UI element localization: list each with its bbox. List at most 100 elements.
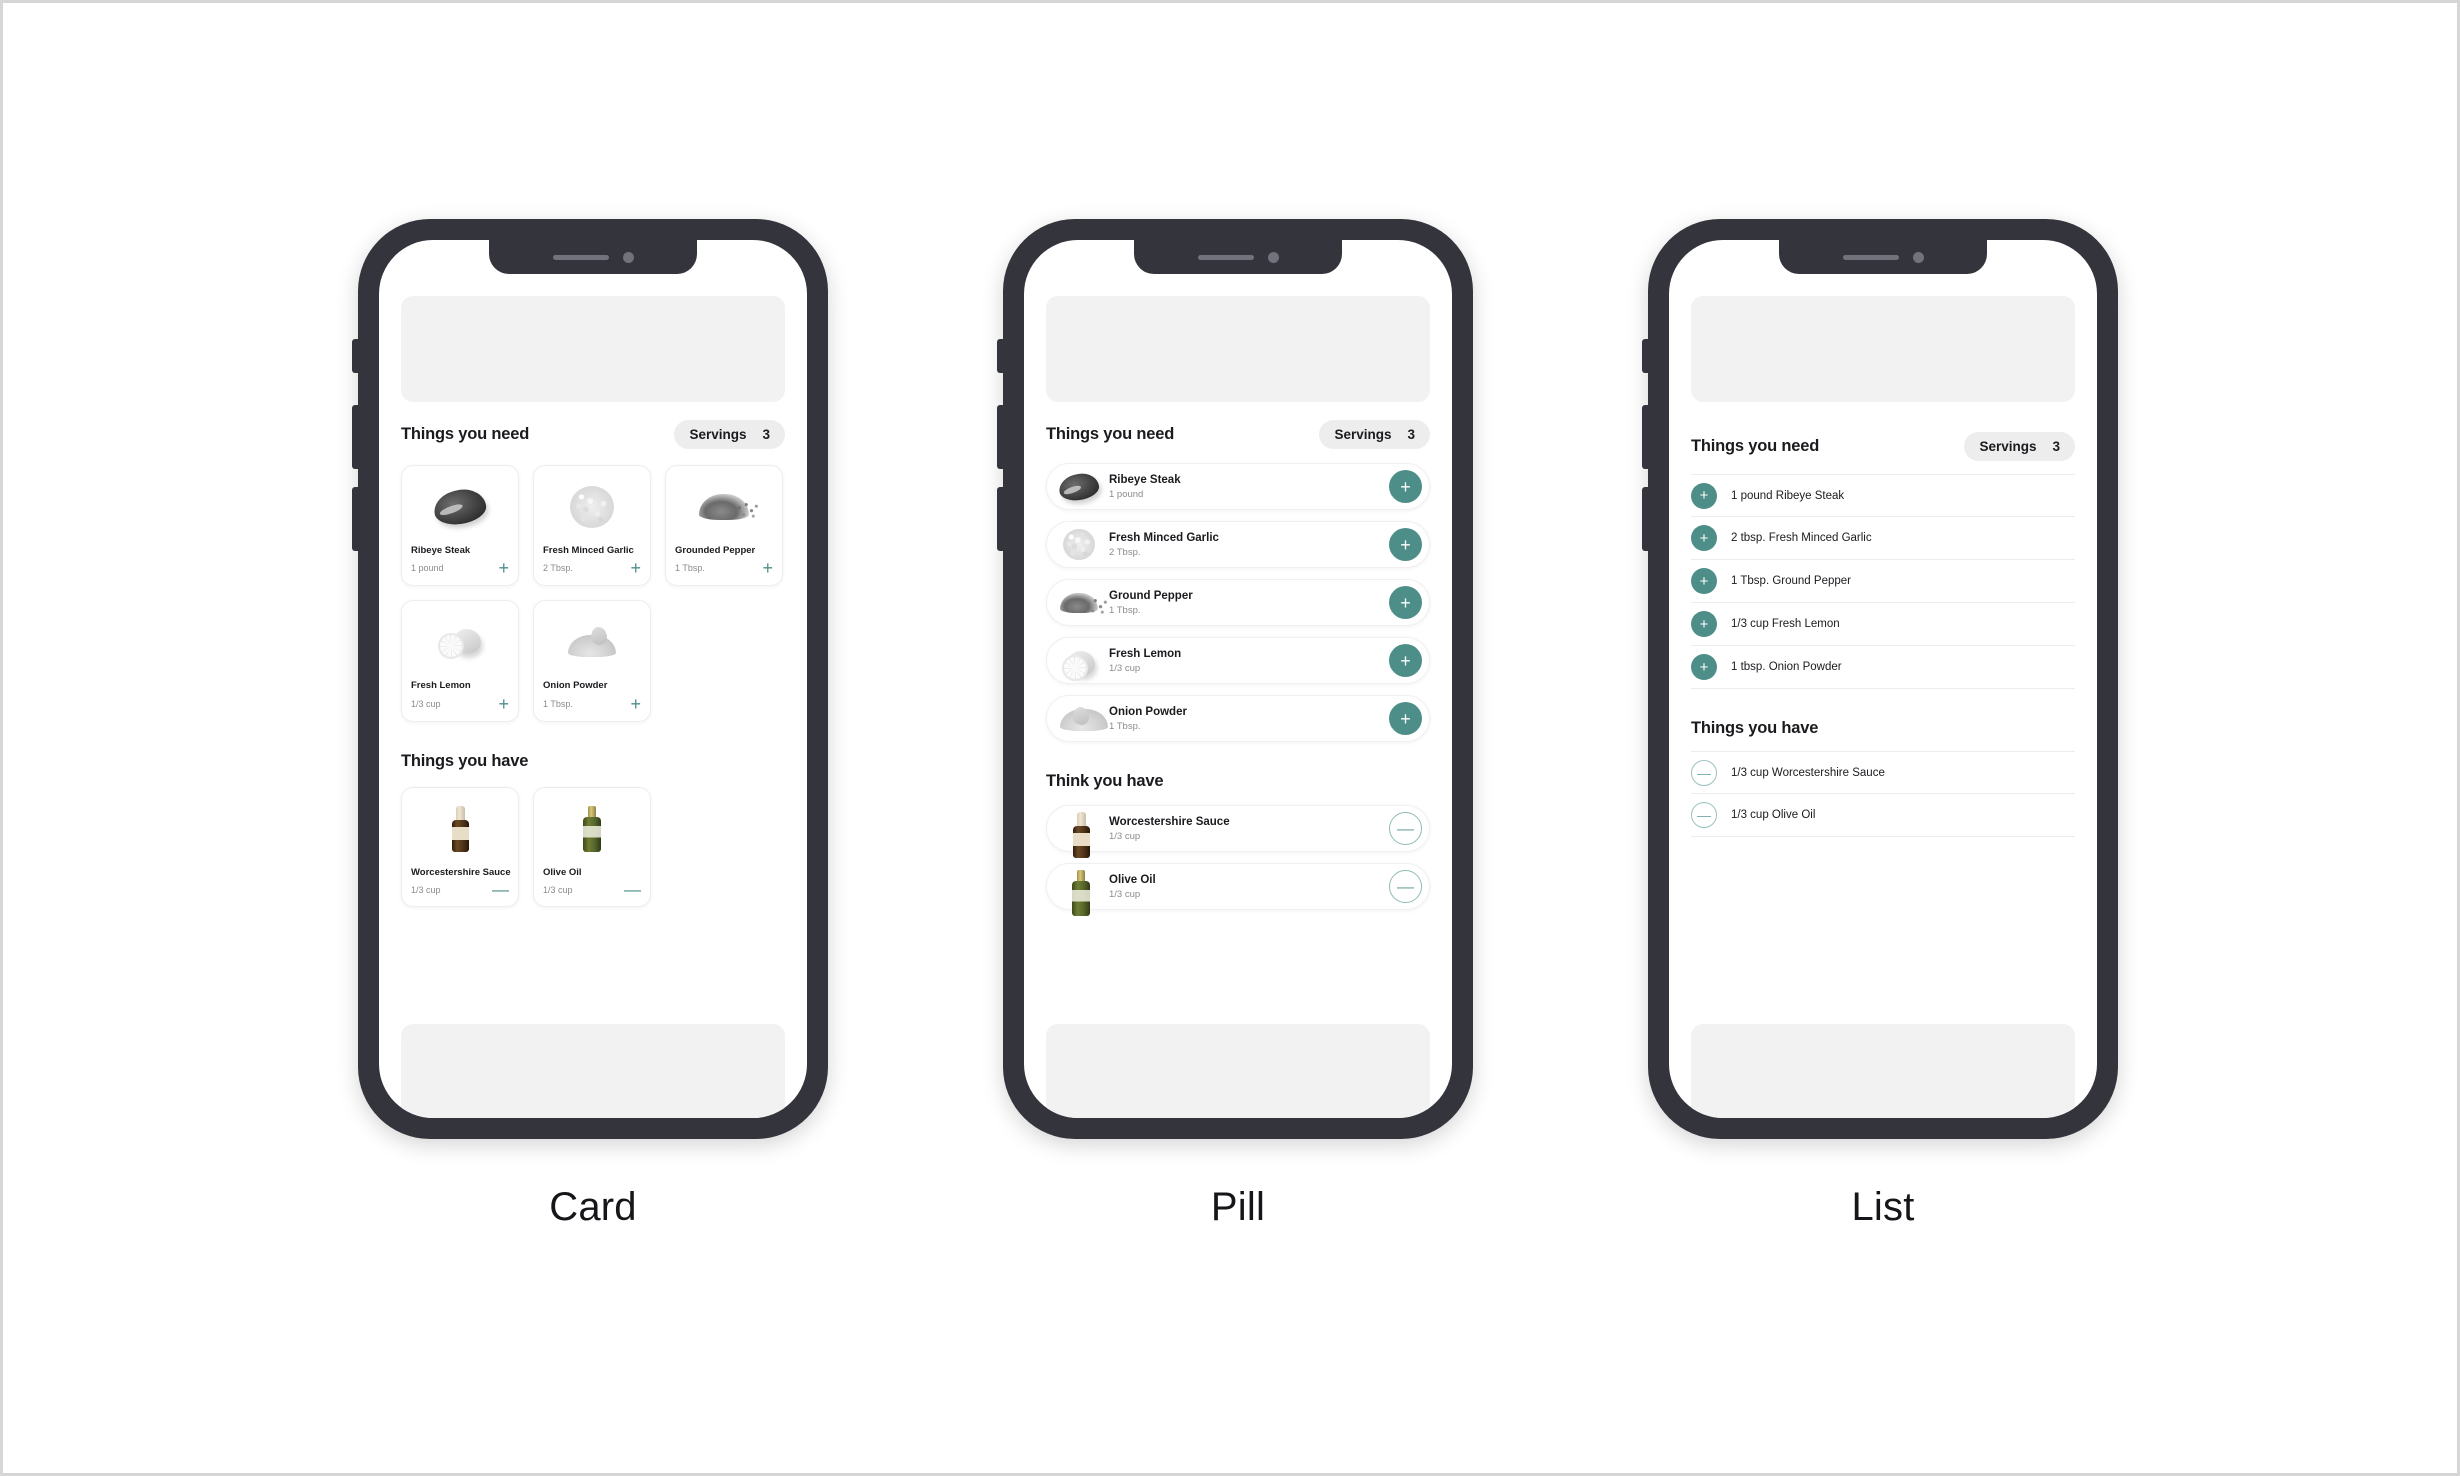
ingredient-card[interactable]: Worcestershire Sauce 1/3 cup — <box>401 786 519 908</box>
notch <box>1779 240 1987 274</box>
phone-mockup-list: Things you need Servings 3 + 1 pound Rib… <box>1642 219 2118 1139</box>
ingredient-label: 1 pound Ribeye Steak <box>1731 489 1845 502</box>
volume-up-button[interactable] <box>1642 405 1649 469</box>
ingredient-list-row[interactable]: + 2 tbsp. Fresh Minced Garlic <box>1691 517 2075 560</box>
remove-ingredient-button[interactable]: — <box>1691 759 1717 786</box>
volume-up-button[interactable] <box>352 405 359 469</box>
ingredient-quantity: 1 Tbsp. <box>1109 604 1141 616</box>
ingredient-label: 1 tbsp. Onion Powder <box>1731 661 1842 673</box>
have-ingredients-list: — 1/3 cup Worcestershire Sauce — 1/3 cup… <box>1669 751 2097 837</box>
section-title: Things you have <box>401 751 529 770</box>
add-ingredient-button[interactable]: + <box>1389 586 1422 619</box>
ingredient-list-row[interactable]: + 1 tbsp. Onion Powder <box>1691 646 2075 689</box>
ingredient-list-row[interactable]: — 1/3 cup Olive Oil <box>1691 794 2075 837</box>
remove-ingredient-button[interactable]: — <box>1389 870 1422 903</box>
ingredient-pill-row[interactable]: Fresh Lemon 1/3 cup + <box>1046 637 1430 684</box>
ingredient-quantity: 1/3 cup <box>411 698 441 709</box>
ingredient-pill-row[interactable]: Fresh Minced Garlic 2 Tbsp. + <box>1046 521 1430 568</box>
add-ingredient-icon[interactable]: + <box>498 695 509 713</box>
add-ingredient-icon[interactable]: + <box>630 695 641 713</box>
section-header-things-you-need: Things you need Servings 3 <box>1669 432 2097 461</box>
ingredient-label: 1/3 cup Olive Oil <box>1731 809 1816 821</box>
remove-ingredient-icon[interactable]: — <box>624 881 641 898</box>
footer-placeholder-block <box>1046 1024 1430 1118</box>
remove-ingredient-icon[interactable]: — <box>492 881 509 898</box>
add-ingredient-icon[interactable]: + <box>762 559 773 577</box>
volume-down-button[interactable] <box>1642 487 1649 551</box>
variant-caption-pill: Pill <box>1210 1185 1266 1229</box>
ingredient-quantity: 1 pound <box>411 563 444 574</box>
ingredient-pill-row[interactable]: Onion Powder 1 Tbsp. + <box>1046 695 1430 742</box>
section-title: Things you need <box>1691 437 1820 455</box>
add-ingredient-button[interactable]: + <box>1389 644 1422 677</box>
ground-pepper-image <box>1059 585 1108 621</box>
ingredient-name: Olive Oil <box>543 866 582 878</box>
add-ingredient-button[interactable]: + <box>1691 568 1717 594</box>
section-header-things-you-need: Things you need Servings 3 <box>1024 420 1452 449</box>
speaker-icon <box>552 254 609 260</box>
add-ingredient-button[interactable]: + <box>1691 611 1717 637</box>
ingredient-list-row[interactable]: + 1/3 cup Fresh Lemon <box>1691 603 2075 646</box>
ingredient-pill-row[interactable]: Ground Pepper 1 Tbsp. + <box>1046 579 1430 626</box>
card-variant-content: Things you need Servings 3 Ribeye Steak … <box>379 240 807 1118</box>
add-ingredient-button[interactable]: + <box>1389 702 1422 735</box>
ingredient-name: Onion Powder <box>1109 706 1187 719</box>
servings-stepper[interactable]: Servings 3 <box>1964 432 2075 461</box>
phone-frame: Things you need Servings 3 Ribeye Steak … <box>997 219 1473 1139</box>
olive-oil-image <box>543 797 641 861</box>
speaker-icon <box>1197 254 1254 260</box>
garlic-image <box>1059 527 1099 563</box>
servings-stepper[interactable]: Servings 3 <box>1319 420 1430 449</box>
speaker-icon <box>1842 254 1899 260</box>
ingredient-pill-row[interactable]: Worcestershire Sauce 1/3 cup — <box>1046 805 1430 858</box>
variant-caption-list: List <box>1851 1185 1915 1229</box>
ingredient-quantity: 1 Tbsp. <box>543 698 573 709</box>
ingredient-card[interactable]: Olive Oil 1/3 cup — <box>533 786 651 908</box>
ingredient-label: 1 Tbsp. Ground Pepper <box>1731 575 1851 587</box>
volume-down-button[interactable] <box>997 487 1004 551</box>
have-ingredients-pill-list: Worcestershire Sauce 1/3 cup — Olive Oil… <box>1024 805 1452 916</box>
needed-ingredients-card-grid: Ribeye Steak 1 pound + Fresh Minced Garl… <box>379 465 807 722</box>
ingredient-name: Ribeye Steak <box>411 545 471 556</box>
volume-up-button[interactable] <box>997 405 1004 469</box>
phone-screen: Things you need Servings 3 Ribeye Steak … <box>379 240 807 1118</box>
hero-placeholder-block <box>1046 296 1430 402</box>
remove-ingredient-button[interactable]: — <box>1691 802 1717 828</box>
footer-placeholder-block <box>1691 1024 2075 1118</box>
ingredient-quantity: 2 Tbsp. <box>543 563 573 574</box>
servings-count: 3 <box>1407 427 1415 442</box>
phone-mockup-card: Things you need Servings 3 Ribeye Steak … <box>352 219 828 1139</box>
phone-frame: Things you need Servings 3 Ribeye Steak … <box>352 219 828 1139</box>
ingredient-label: 1/3 cup Fresh Lemon <box>1731 618 1840 630</box>
ingredient-pill-row[interactable]: Ribeye Steak 1 pound + <box>1046 463 1430 510</box>
add-ingredient-icon[interactable]: + <box>498 559 509 577</box>
ingredient-card[interactable]: Grounded Pepper 1 Tbsp. + <box>665 465 783 587</box>
ingredient-card[interactable]: Fresh Lemon 1/3 cup + <box>401 600 519 722</box>
add-ingredient-button[interactable]: + <box>1389 528 1422 561</box>
worcestershire-sauce-image <box>1059 811 1099 858</box>
silent-switch-button[interactable] <box>1642 339 1649 373</box>
phone-mockup-pill: Things you need Servings 3 Ribeye Steak … <box>997 219 1473 1139</box>
ingredient-name: Fresh Lemon <box>411 680 471 692</box>
onion-powder-image <box>543 610 641 674</box>
volume-down-button[interactable] <box>352 487 359 551</box>
ingredient-card[interactable]: Ribeye Steak 1 pound + <box>401 465 519 587</box>
add-ingredient-button[interactable]: + <box>1389 470 1422 503</box>
ingredient-pill-row[interactable]: Olive Oil 1/3 cup — <box>1046 863 1430 916</box>
ingredient-list-row[interactable]: + 1 pound Ribeye Steak <box>1691 474 2075 517</box>
ingredient-list-row[interactable]: + 1 Tbsp. Ground Pepper <box>1691 560 2075 603</box>
ingredient-card[interactable]: Onion Powder 1 Tbsp. + <box>533 600 651 722</box>
add-ingredient-button[interactable]: + <box>1691 525 1717 551</box>
silent-switch-button[interactable] <box>997 339 1004 373</box>
ingredient-list-row[interactable]: — 1/3 cup Worcestershire Sauce <box>1691 751 2075 794</box>
silent-switch-button[interactable] <box>352 339 359 373</box>
remove-ingredient-button[interactable]: — <box>1389 812 1422 845</box>
add-ingredient-button[interactable]: + <box>1691 482 1717 509</box>
add-ingredient-icon[interactable]: + <box>630 559 641 577</box>
add-ingredient-button[interactable]: + <box>1691 654 1717 680</box>
phone-screen: Things you need Servings 3 Ribeye Steak … <box>1024 240 1452 1118</box>
servings-stepper[interactable]: Servings 3 <box>674 420 785 449</box>
lemon-image <box>1059 643 1099 681</box>
pill-variant-content: Things you need Servings 3 Ribeye Steak … <box>1024 240 1452 1118</box>
ingredient-card[interactable]: Fresh Minced Garlic 2 Tbsp. + <box>533 465 651 587</box>
